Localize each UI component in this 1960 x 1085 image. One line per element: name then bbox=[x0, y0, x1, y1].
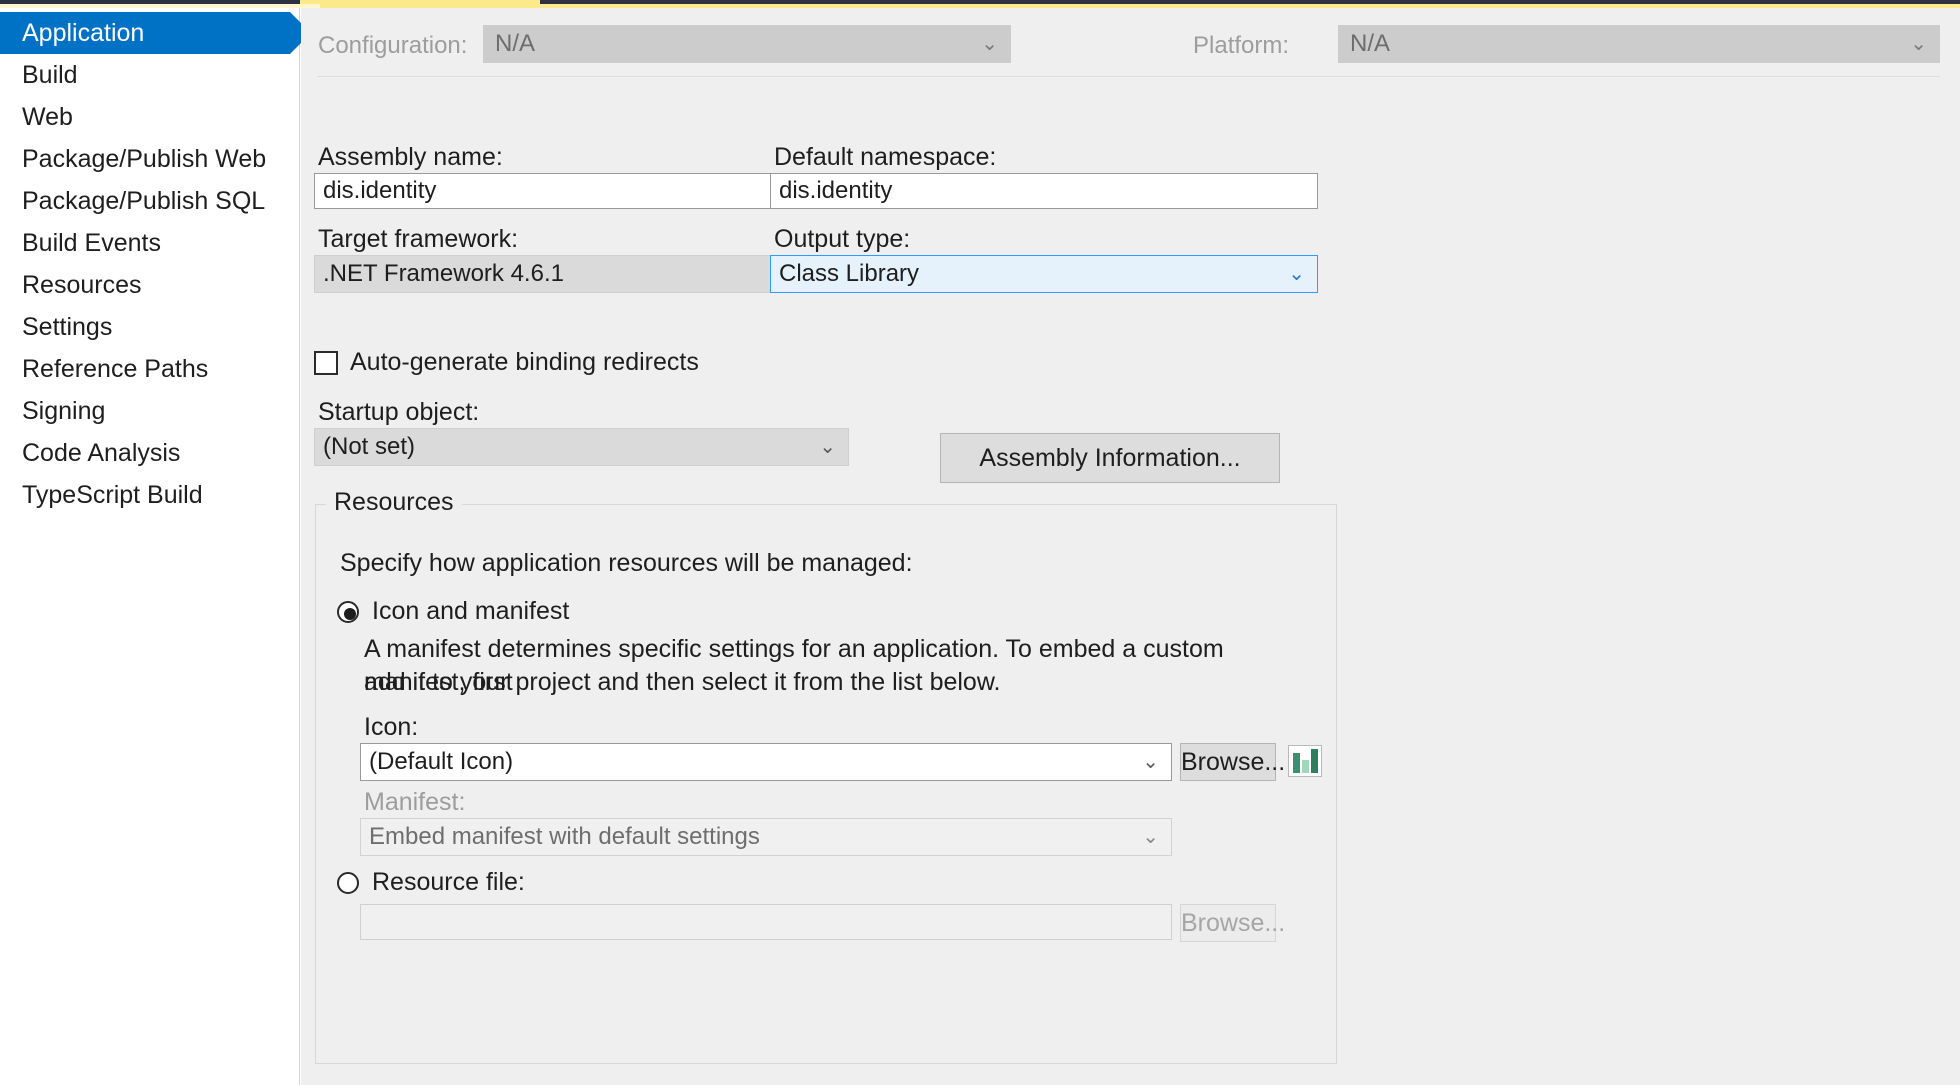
sidebar-item-reference-paths[interactable]: Reference Paths bbox=[0, 348, 299, 390]
sidebar-item-signing[interactable]: Signing bbox=[0, 390, 299, 432]
sidebar-item-label: Code Analysis bbox=[22, 439, 181, 467]
sidebar-item-build-events[interactable]: Build Events bbox=[0, 222, 299, 264]
sidebar-item-label: Package/Publish SQL bbox=[22, 187, 266, 215]
resource-file-input[interactable] bbox=[360, 904, 1172, 940]
resources-groupbox: Resources Specify how application resour… bbox=[315, 488, 1337, 1064]
radio-unselected-icon bbox=[337, 871, 359, 894]
icon-dropdown[interactable]: (Default Icon) ⌄ bbox=[360, 743, 1172, 781]
assembly-name-label: Assembly name: bbox=[318, 143, 503, 171]
properties-sidebar: Application Build Web Package/Publish We… bbox=[0, 8, 311, 1085]
sidebar-item-typescript-build[interactable]: TypeScript Build bbox=[0, 474, 299, 516]
target-framework-value: .NET Framework 4.6.1 bbox=[323, 260, 564, 287]
output-type-value: Class Library bbox=[779, 260, 920, 287]
sidebar-item-settings[interactable]: Settings bbox=[0, 306, 299, 348]
resource-file-browse-button[interactable]: Browse... bbox=[1180, 904, 1285, 942]
icon-bar-3 bbox=[1311, 749, 1318, 773]
manifest-label: Manifest: bbox=[364, 788, 466, 816]
output-type-dropdown[interactable]: Class Library ⌄ bbox=[770, 255, 1318, 293]
sidebar-item-build[interactable]: Build bbox=[0, 54, 299, 96]
sidebar-item-label: Build Events bbox=[22, 229, 161, 257]
checkbox-box-icon bbox=[314, 350, 338, 375]
resources-description: Specify how application resources will b… bbox=[340, 549, 913, 577]
icon-label: Icon: bbox=[364, 713, 419, 741]
icon-and-manifest-radio[interactable]: Icon and manifest bbox=[337, 597, 569, 626]
application-properties-panel: Configuration: N/A ⌄ Platform: N/A ⌄ Ass… bbox=[301, 8, 1960, 1085]
icon-browse-button[interactable]: Browse... bbox=[1180, 743, 1285, 781]
sidebar-item-application[interactable]: Application bbox=[0, 12, 311, 54]
resource-file-label: Resource file: bbox=[372, 868, 525, 896]
default-namespace-label: Default namespace: bbox=[774, 143, 997, 171]
auto-generate-binding-redirects-label: Auto-generate binding redirects bbox=[350, 348, 699, 376]
icon-preview-image bbox=[1288, 745, 1322, 777]
chevron-down-icon: ⌄ bbox=[1142, 826, 1159, 848]
icon-and-manifest-label: Icon and manifest bbox=[372, 597, 570, 625]
sidebar-item-label: Reference Paths bbox=[22, 355, 209, 383]
sidebar-item-package-publish-sql[interactable]: Package/Publish SQL bbox=[0, 180, 299, 222]
radio-selected-icon bbox=[337, 600, 359, 623]
startup-object-value: (Not set) bbox=[323, 433, 416, 460]
resource-file-radio[interactable]: Resource file: bbox=[337, 868, 525, 897]
sidebar-item-label: Package/Publish Web bbox=[22, 145, 267, 173]
project-properties-window: Application Build Web Package/Publish We… bbox=[0, 0, 1960, 1085]
chevron-down-icon: ⌄ bbox=[1142, 751, 1159, 773]
sidebar-item-web[interactable]: Web bbox=[0, 96, 299, 138]
sidebar-item-package-publish-web[interactable]: Package/Publish Web bbox=[0, 138, 299, 180]
application-form: Assembly name: dis.identity Default name… bbox=[301, 8, 1960, 1085]
sidebar-item-resources[interactable]: Resources bbox=[0, 264, 299, 306]
manifest-dropdown[interactable]: Embed manifest with default settings ⌄ bbox=[360, 818, 1172, 856]
icon-value: (Default Icon) bbox=[369, 748, 514, 775]
sidebar-item-label: Application bbox=[22, 19, 145, 47]
auto-generate-binding-redirects-checkbox[interactable]: Auto-generate binding redirects bbox=[314, 348, 699, 377]
sidebar-item-label: Web bbox=[22, 103, 73, 131]
sidebar-item-label: Settings bbox=[22, 313, 113, 341]
assembly-information-button[interactable]: Assembly Information... bbox=[940, 433, 1280, 483]
sidebar-item-label: Resources bbox=[22, 271, 142, 299]
sidebar-item-label: Build bbox=[22, 61, 78, 89]
manifest-value: Embed manifest with default settings bbox=[369, 823, 760, 850]
target-framework-dropdown[interactable]: .NET Framework 4.6.1 ⌄ bbox=[314, 255, 849, 293]
icon-bar-2 bbox=[1302, 760, 1309, 773]
icon-bar-1 bbox=[1293, 753, 1300, 773]
output-type-label: Output type: bbox=[774, 225, 911, 253]
sidebar-item-label: Signing bbox=[22, 397, 106, 425]
chevron-down-icon: ⌄ bbox=[819, 436, 836, 458]
startup-object-label: Startup object: bbox=[318, 398, 480, 426]
default-namespace-input[interactable]: dis.identity bbox=[770, 173, 1318, 209]
startup-object-dropdown[interactable]: (Not set) ⌄ bbox=[314, 428, 849, 466]
manifest-description-line-2: add it to your project and then select i… bbox=[364, 668, 1001, 696]
assembly-name-input[interactable]: dis.identity bbox=[314, 173, 849, 209]
chevron-down-icon: ⌄ bbox=[1288, 263, 1305, 285]
target-framework-label: Target framework: bbox=[318, 225, 519, 253]
sidebar-item-code-analysis[interactable]: Code Analysis bbox=[0, 432, 299, 474]
sidebar-item-label: TypeScript Build bbox=[22, 481, 203, 509]
resources-group-title: Resources bbox=[326, 488, 462, 517]
